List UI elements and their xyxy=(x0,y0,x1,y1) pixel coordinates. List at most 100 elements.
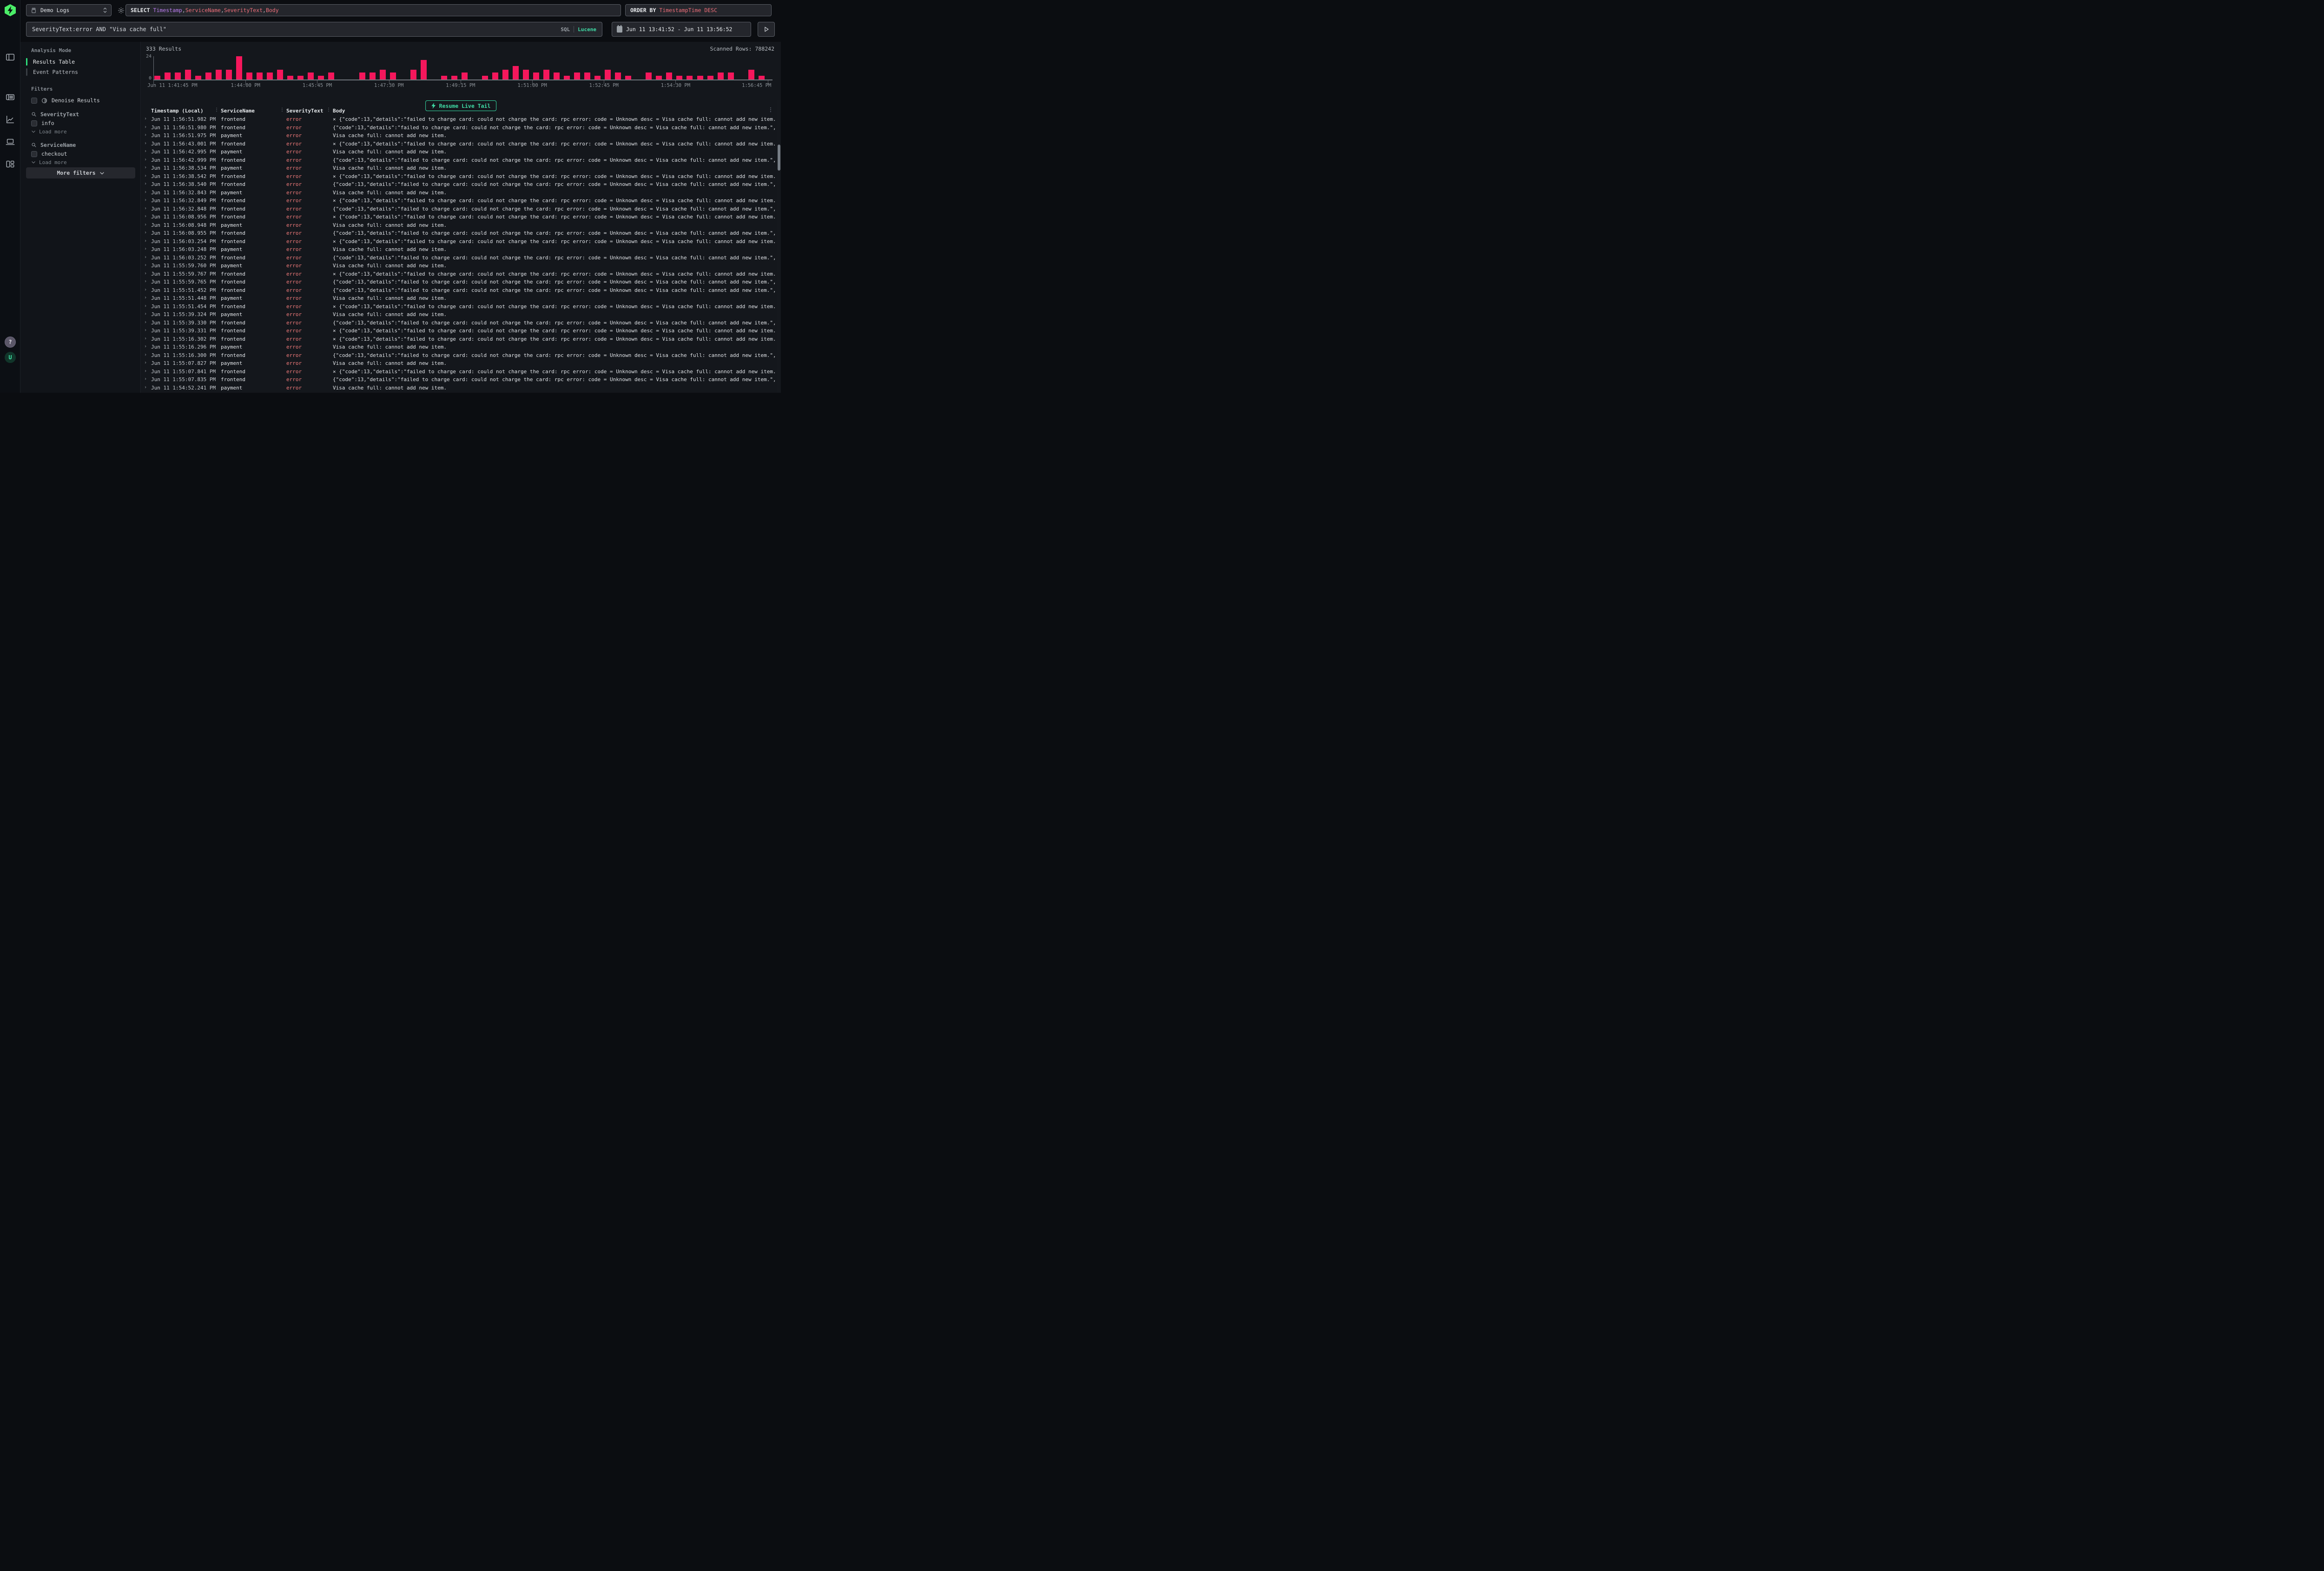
load-more-servicename[interactable]: Load more xyxy=(31,158,67,166)
log-row[interactable]: ›Jun 11 1:55:51.452 PMfrontenderror{"cod… xyxy=(141,287,775,295)
log-row[interactable]: ›Jun 11 1:55:51.448 PMpaymenterrorVisa c… xyxy=(141,295,775,303)
log-row[interactable]: ›Jun 11 1:56:51.975 PMpaymenterrorVisa c… xyxy=(141,132,775,140)
run-query-button[interactable] xyxy=(758,22,775,37)
row-expand-chevron[interactable]: › xyxy=(144,311,147,317)
row-expand-chevron[interactable]: › xyxy=(144,238,147,244)
histogram-bar[interactable] xyxy=(359,73,365,79)
row-expand-chevron[interactable]: › xyxy=(144,181,147,186)
histogram-bar[interactable] xyxy=(707,76,713,79)
row-expand-chevron[interactable]: › xyxy=(144,246,147,251)
log-row[interactable]: ›Jun 11 1:55:16.300 PMfrontenderror{"cod… xyxy=(141,352,775,360)
log-row[interactable]: ›Jun 11 1:54:52.241 PMpaymenterrorVisa c… xyxy=(141,384,775,393)
column-grip-icon[interactable]: ⋮ xyxy=(326,107,331,112)
histogram-bar[interactable] xyxy=(462,73,468,79)
log-row[interactable]: ›Jun 11 1:55:59.760 PMpaymenterrorVisa c… xyxy=(141,262,775,271)
chart-explorer-icon[interactable] xyxy=(5,114,15,125)
histogram-bar[interactable] xyxy=(226,70,232,79)
log-row[interactable]: ›Jun 11 1:56:03.254 PMfrontenderror× {"c… xyxy=(141,238,775,246)
row-expand-chevron[interactable]: › xyxy=(144,255,147,260)
search-icon[interactable] xyxy=(31,112,37,117)
log-row[interactable]: ›Jun 11 1:56:03.248 PMpaymenterrorVisa c… xyxy=(141,246,775,254)
scrollbar-thumb[interactable] xyxy=(778,145,780,171)
sidebar-toggle-icon[interactable] xyxy=(5,52,15,62)
filter-option-info[interactable]: info xyxy=(31,119,54,127)
search-logs-icon[interactable] xyxy=(5,92,15,102)
row-expand-chevron[interactable]: › xyxy=(144,360,147,365)
log-row[interactable]: ›Jun 11 1:56:32.849 PMfrontenderror× {"c… xyxy=(141,197,775,205)
log-row[interactable]: ›Jun 11 1:55:16.296 PMpaymenterrorVisa c… xyxy=(141,343,775,352)
histogram-bar[interactable] xyxy=(533,73,539,79)
log-row[interactable]: ›Jun 11 1:56:42.995 PMpaymenterrorVisa c… xyxy=(141,148,775,157)
row-expand-chevron[interactable]: › xyxy=(144,352,147,357)
histogram-bar[interactable] xyxy=(328,73,334,79)
histogram-bar[interactable] xyxy=(216,70,222,79)
histogram-bar[interactable] xyxy=(523,70,529,79)
row-expand-chevron[interactable]: › xyxy=(144,198,147,203)
histogram-bar[interactable] xyxy=(297,76,304,79)
histogram-bar[interactable] xyxy=(502,70,508,79)
column-settings-icon[interactable]: ⋮ xyxy=(768,107,773,112)
row-expand-chevron[interactable]: › xyxy=(144,304,147,309)
histogram-bar[interactable] xyxy=(718,73,724,79)
histogram-bar[interactable] xyxy=(195,76,201,79)
histogram-bar[interactable] xyxy=(451,76,457,79)
histogram-bar[interactable] xyxy=(287,76,293,79)
log-row[interactable]: ›Jun 11 1:56:51.982 PMfrontenderror× {"c… xyxy=(141,116,775,124)
sessions-laptop-icon[interactable] xyxy=(5,137,15,147)
log-row[interactable]: ›Jun 11 1:56:38.534 PMpaymenterrorVisa c… xyxy=(141,165,775,173)
row-expand-chevron[interactable]: › xyxy=(144,116,147,121)
histogram-bar[interactable] xyxy=(257,73,263,79)
row-expand-chevron[interactable]: › xyxy=(144,263,147,268)
row-expand-chevron[interactable]: › xyxy=(144,222,147,227)
log-row[interactable]: ›Jun 11 1:55:16.302 PMfrontenderror× {"c… xyxy=(141,336,775,344)
histogram-bar[interactable] xyxy=(246,73,252,79)
scrollbar-track[interactable] xyxy=(777,100,781,393)
column-grip-icon[interactable]: ⋮ xyxy=(214,107,219,112)
row-expand-chevron[interactable]: › xyxy=(144,320,147,325)
row-expand-chevron[interactable]: › xyxy=(144,328,147,333)
histogram-bar[interactable] xyxy=(492,73,498,79)
analysis-mode-item-event-patterns[interactable]: Event Patterns xyxy=(26,67,133,77)
histogram-bar[interactable] xyxy=(605,70,611,79)
histogram-bar[interactable] xyxy=(656,76,662,79)
log-row[interactable]: ›Jun 11 1:55:39.331 PMfrontenderror× {"c… xyxy=(141,327,775,336)
row-expand-chevron[interactable]: › xyxy=(144,157,147,162)
log-row[interactable]: ›Jun 11 1:55:51.454 PMfrontenderror× {"c… xyxy=(141,303,775,311)
histogram-bar[interactable] xyxy=(666,73,672,79)
row-expand-chevron[interactable]: › xyxy=(144,206,147,211)
histogram-bar[interactable] xyxy=(267,73,273,79)
select-clause-input[interactable]: SELECTTimestamp, ServiceName, SeverityTe… xyxy=(125,4,621,16)
histogram-bar[interactable] xyxy=(205,73,211,79)
log-row[interactable]: ›Jun 11 1:55:07.835 PMfrontenderror{"cod… xyxy=(141,376,775,384)
log-row[interactable]: ›Jun 11 1:55:59.765 PMfrontenderror{"cod… xyxy=(141,278,775,287)
histogram-bar[interactable] xyxy=(676,76,682,79)
log-row[interactable]: ›Jun 11 1:56:08.955 PMfrontenderror{"cod… xyxy=(141,230,775,238)
histogram-bar[interactable] xyxy=(697,76,703,79)
histogram-bar[interactable] xyxy=(154,76,160,79)
log-row[interactable]: ›Jun 11 1:56:51.980 PMfrontenderror{"cod… xyxy=(141,124,775,132)
row-expand-chevron[interactable]: › xyxy=(144,369,147,374)
histogram-bar[interactable] xyxy=(513,66,519,79)
histogram-bar[interactable] xyxy=(574,73,580,79)
histogram-bar[interactable] xyxy=(687,76,693,79)
source-settings-gear-icon[interactable] xyxy=(117,7,125,14)
load-more-severitytext[interactable]: Load more xyxy=(31,128,67,135)
histogram-bar[interactable] xyxy=(421,60,427,79)
histogram-bar[interactable] xyxy=(728,73,734,79)
row-expand-chevron[interactable]: › xyxy=(144,385,147,390)
filter-checkbox[interactable] xyxy=(31,151,37,157)
histogram-bar[interactable] xyxy=(441,76,447,79)
log-row[interactable]: ›Jun 11 1:56:38.542 PMfrontenderror× {"c… xyxy=(141,173,775,181)
log-row[interactable]: ›Jun 11 1:55:07.827 PMpaymenterrorVisa c… xyxy=(141,360,775,368)
filter-option-checkout[interactable]: checkout xyxy=(31,150,67,158)
log-row[interactable]: ›Jun 11 1:55:39.330 PMfrontenderror{"cod… xyxy=(141,319,775,328)
column-grip-icon[interactable]: ⋮ xyxy=(280,107,284,112)
log-row[interactable]: ›Jun 11 1:55:39.324 PMpaymenterrorVisa c… xyxy=(141,311,775,319)
histogram-bar[interactable] xyxy=(564,76,570,79)
row-expand-chevron[interactable]: › xyxy=(144,271,147,276)
log-row[interactable]: ›Jun 11 1:56:08.956 PMfrontenderror× {"c… xyxy=(141,213,775,222)
histogram-bar[interactable] xyxy=(236,56,242,79)
histogram-bar[interactable] xyxy=(175,73,181,79)
histogram-bar[interactable] xyxy=(410,70,416,79)
filter-checkbox[interactable] xyxy=(31,120,37,126)
